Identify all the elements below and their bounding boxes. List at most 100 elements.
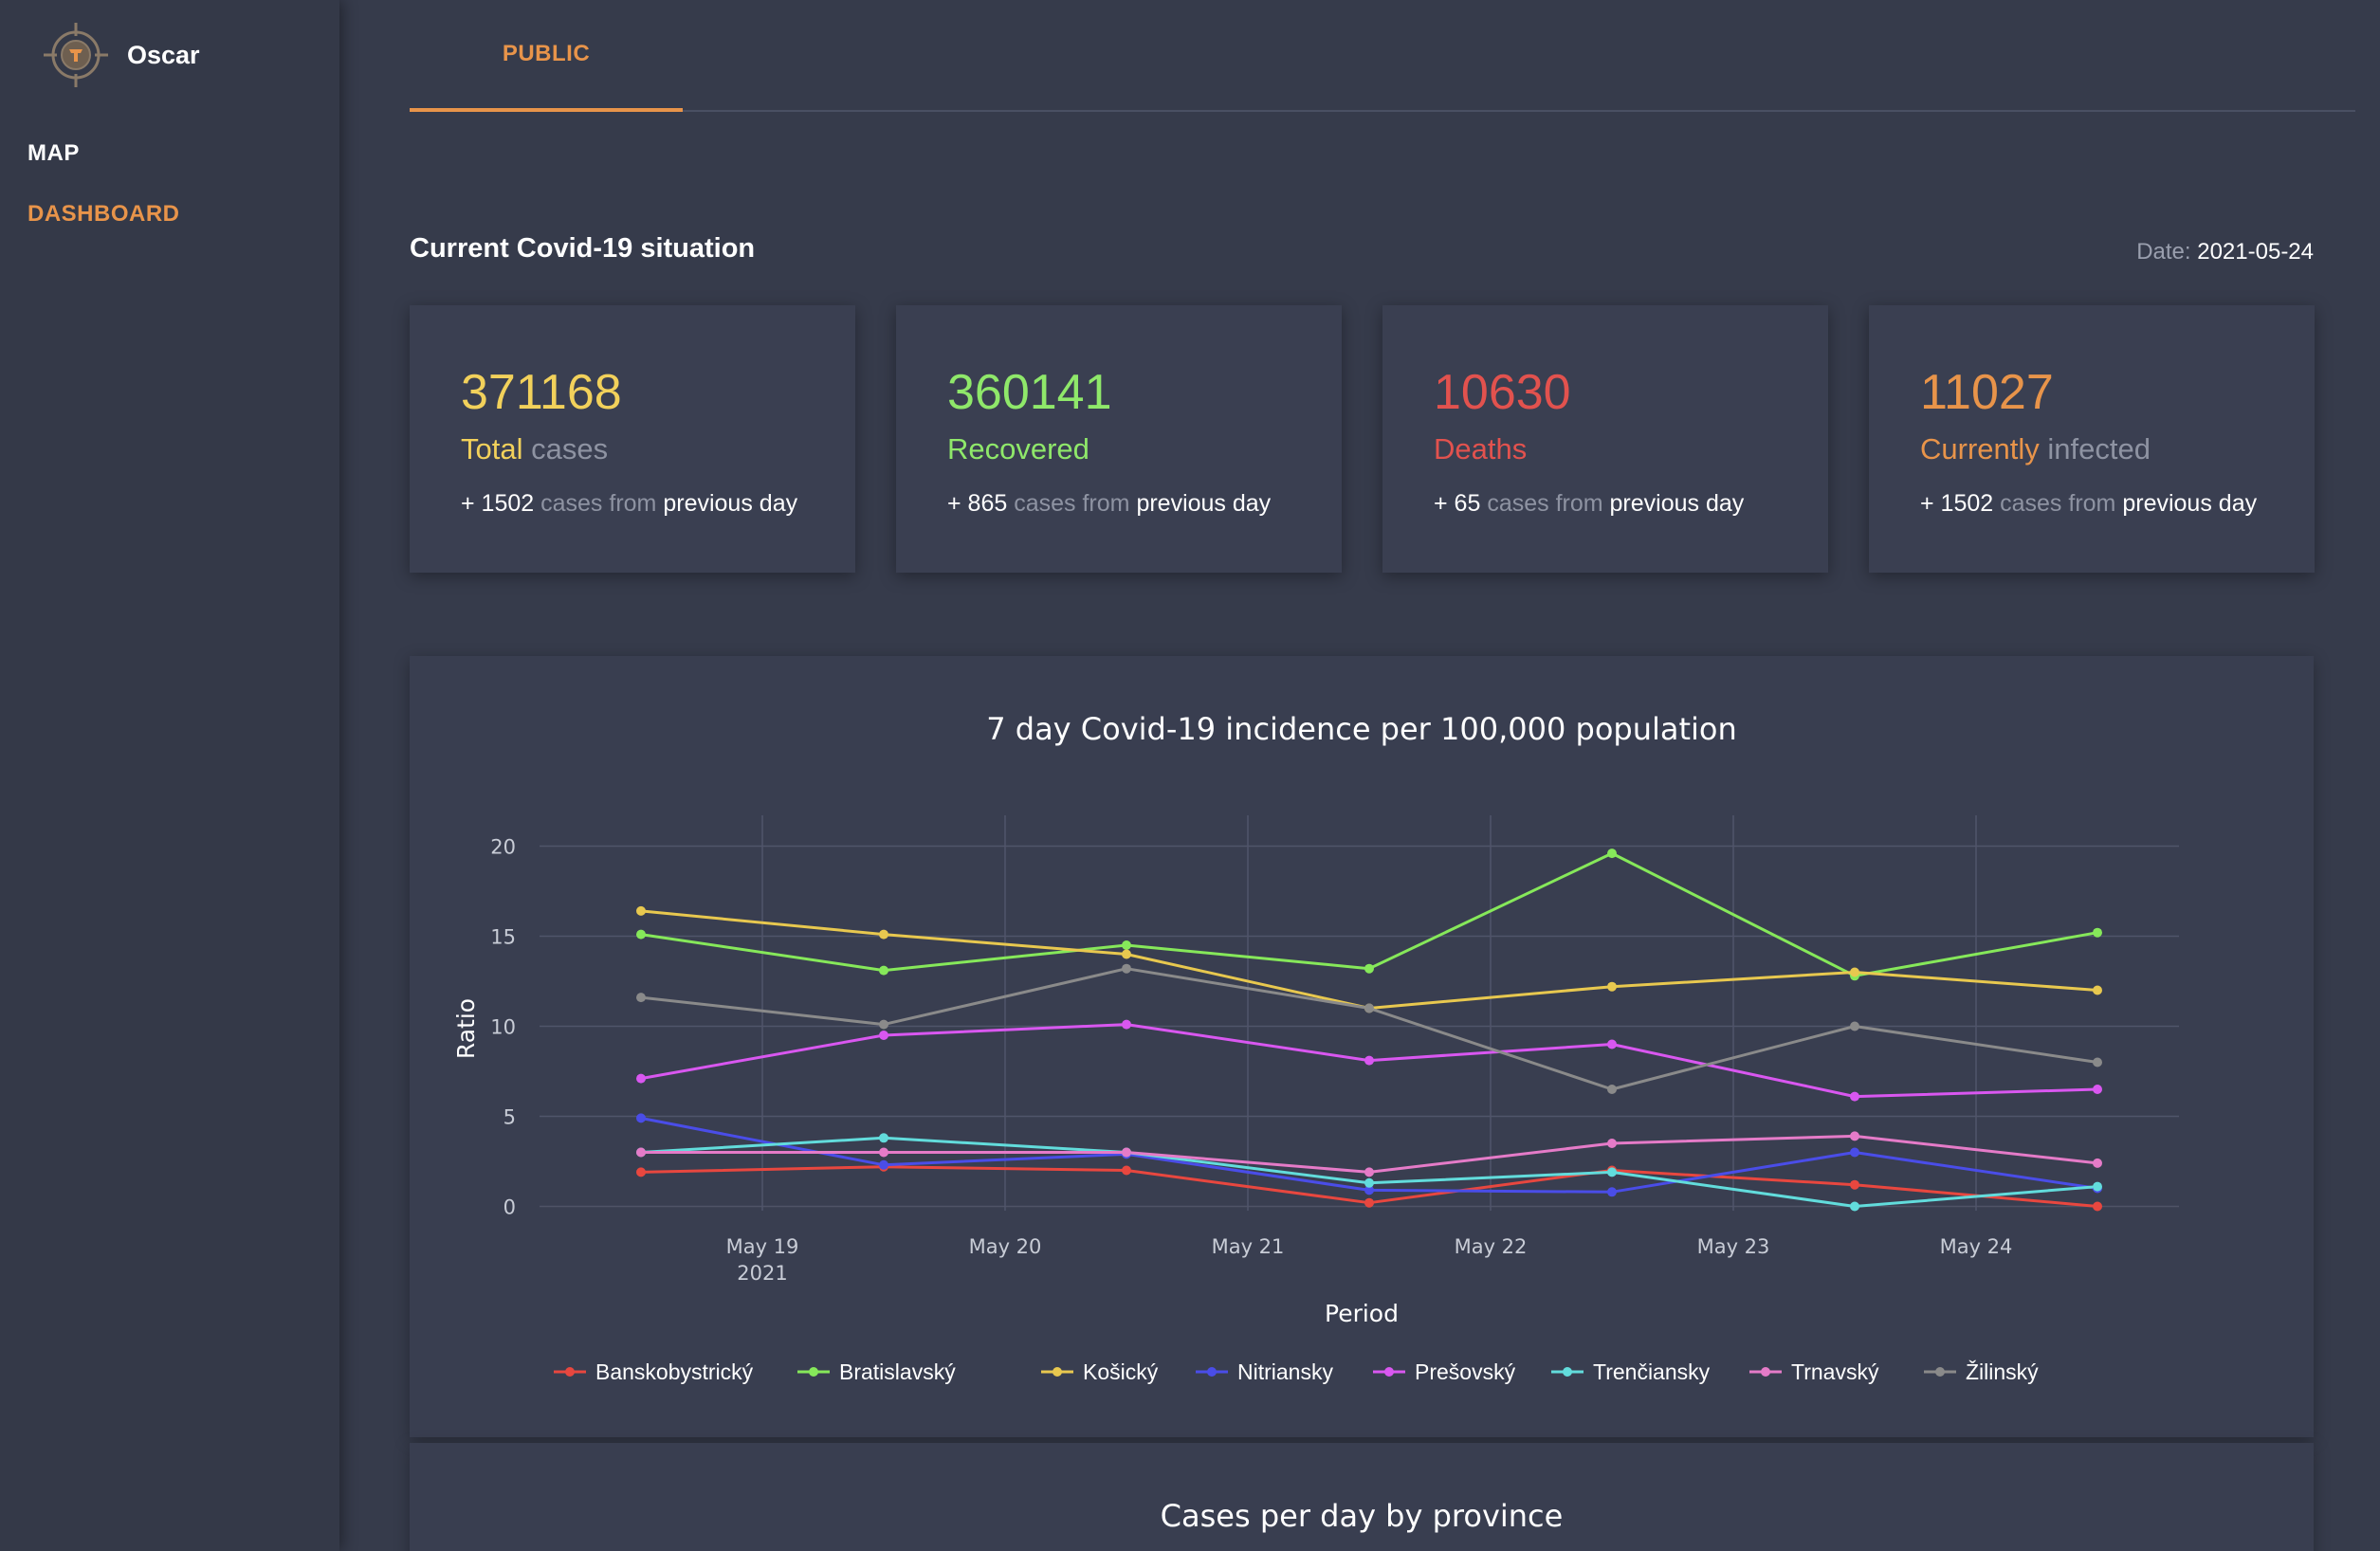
data-point-trnavský[interactable] xyxy=(1122,1147,1131,1158)
cases-per-day-chart: Cases per day by province xyxy=(1161,1498,1564,1534)
stat-delta-muted: cases from xyxy=(1487,490,1603,517)
y-tick-label: 20 xyxy=(490,836,516,859)
stat-value: 371168 xyxy=(461,365,622,420)
data-point-nitriansky[interactable] xyxy=(879,1159,888,1170)
brand[interactable]: Oscar xyxy=(40,19,200,91)
stat-label-main: Recovered xyxy=(947,432,1089,465)
series-line-žilinský[interactable] xyxy=(640,967,2098,1091)
data-point-bratislavský[interactable] xyxy=(879,965,888,976)
legend-item-bratislavský[interactable]: Bratislavský xyxy=(797,1359,956,1384)
data-point-banskobystrický[interactable] xyxy=(2093,1201,2102,1212)
data-point-prešovský[interactable] xyxy=(1607,1039,1617,1049)
legend-item-banskobystrický[interactable]: Banskobystrický xyxy=(554,1359,754,1384)
stat-delta-tail: previous day xyxy=(1609,490,1745,517)
data-point-trenčiansky[interactable] xyxy=(1607,1167,1617,1177)
data-point-bratislavský[interactable] xyxy=(1364,963,1374,974)
data-point-žilinský[interactable] xyxy=(1850,1021,1859,1031)
data-point-prešovský[interactable] xyxy=(2093,1085,2102,1094)
legend-swatch-marker xyxy=(1761,1367,1770,1377)
legend-swatch-marker xyxy=(1935,1367,1945,1377)
data-point-bratislavský[interactable] xyxy=(1122,940,1131,950)
data-point-trnavský[interactable] xyxy=(879,1147,888,1158)
nav-item-map[interactable]: MAP xyxy=(27,140,80,167)
data-point-košický[interactable] xyxy=(1607,981,1617,992)
data-point-banskobystrický[interactable] xyxy=(1850,1179,1859,1190)
stat-label-main: Deaths xyxy=(1434,432,1528,465)
data-point-žilinský[interactable] xyxy=(1364,1003,1374,1013)
data-point-košický[interactable] xyxy=(1122,949,1131,959)
data-point-trnavský[interactable] xyxy=(1364,1167,1374,1177)
x-tick-label: May 23 xyxy=(1697,1235,1770,1258)
data-point-banskobystrický[interactable] xyxy=(1364,1197,1374,1208)
legend-item-prešovský[interactable]: Prešovský xyxy=(1373,1359,1516,1384)
data-point-trnavský[interactable] xyxy=(1850,1131,1859,1141)
data-point-banskobystrický[interactable] xyxy=(636,1167,646,1177)
data-point-žilinský[interactable] xyxy=(636,993,646,1003)
nav-item-dashboard[interactable]: DASHBOARD xyxy=(27,201,180,228)
data-point-bratislavský[interactable] xyxy=(1607,848,1617,859)
tab-bar: PUBLIC xyxy=(410,0,2355,112)
stat-delta: + 1502 cases from previous day xyxy=(1920,490,2257,518)
stat-label-main: Currently xyxy=(1920,432,2040,465)
tab-public[interactable]: PUBLIC xyxy=(410,0,683,112)
data-point-prešovský[interactable] xyxy=(1850,1091,1859,1102)
legend-swatch-marker xyxy=(809,1367,818,1377)
stat-value: 360141 xyxy=(947,365,1112,420)
stat-label: Deaths xyxy=(1434,432,1527,466)
legend-label: Trnavský xyxy=(1791,1359,1879,1384)
data-point-bratislavský[interactable] xyxy=(2093,927,2102,938)
data-point-bratislavský[interactable] xyxy=(636,929,646,940)
data-point-prešovský[interactable] xyxy=(1364,1055,1374,1066)
stat-delta-muted: cases from xyxy=(540,490,657,517)
data-point-žilinský[interactable] xyxy=(2093,1057,2102,1067)
data-point-trenčiansky[interactable] xyxy=(1850,1201,1859,1212)
data-point-trnavský[interactable] xyxy=(636,1147,646,1158)
series-line-košický[interactable] xyxy=(640,909,2098,1010)
data-point-žilinský[interactable] xyxy=(879,1019,888,1030)
x-tick-label: May 21 xyxy=(1212,1235,1285,1258)
data-point-trnavský[interactable] xyxy=(2093,1158,2102,1168)
data-point-nitriansky[interactable] xyxy=(1607,1187,1617,1197)
stat-label-muted: cases xyxy=(531,432,609,465)
data-point-košický[interactable] xyxy=(1850,967,1859,977)
data-point-prešovský[interactable] xyxy=(636,1073,646,1084)
date-display: Date: 2021-05-24 xyxy=(2136,239,2314,265)
data-point-košický[interactable] xyxy=(2093,985,2102,995)
chart-title: 7 day Covid-19 incidence per 100,000 pop… xyxy=(986,711,1737,747)
stat-delta-tail: previous day xyxy=(663,490,798,517)
x-tick-label: May 19 xyxy=(726,1235,799,1258)
data-point-košický[interactable] xyxy=(636,905,646,916)
data-point-nitriansky[interactable] xyxy=(1850,1147,1859,1158)
incidence-chart-panel: 7 day Covid-19 incidence per 100,000 pop… xyxy=(410,656,2314,1437)
data-point-košický[interactable] xyxy=(879,929,888,940)
legend-label: Bratislavský xyxy=(839,1359,956,1384)
legend-label: Nitriansky xyxy=(1237,1359,1333,1384)
legend-item-košický[interactable]: Košický xyxy=(1041,1359,1159,1384)
data-point-trenčiansky[interactable] xyxy=(2093,1181,2102,1192)
data-point-prešovský[interactable] xyxy=(1122,1019,1131,1030)
stat-card-currently-infected: 11027 Currently infected + 1502 cases fr… xyxy=(1869,305,2315,573)
data-point-žilinský[interactable] xyxy=(1607,1085,1617,1094)
stat-delta: + 1502 cases from previous day xyxy=(461,490,797,518)
x-tick-label: May 22 xyxy=(1455,1235,1528,1258)
legend-item-žilinský[interactable]: Žilinský xyxy=(1924,1359,2039,1384)
data-point-žilinský[interactable] xyxy=(1122,963,1131,974)
stat-card-deaths: 10630 Deaths + 65 cases from previous da… xyxy=(1382,305,1828,573)
legend-item-trenčiansky[interactable]: Trenčiansky xyxy=(1551,1359,1711,1384)
data-point-banskobystrický[interactable] xyxy=(1122,1165,1131,1176)
stat-value: 11027 xyxy=(1920,365,2054,420)
legend-item-nitriansky[interactable]: Nitriansky xyxy=(1196,1359,1333,1384)
data-point-trenčiansky[interactable] xyxy=(1364,1177,1374,1188)
y-tick-label: 5 xyxy=(503,1106,516,1129)
y-axis-title: Ratio xyxy=(452,998,480,1059)
incidence-line-chart[interactable]: 7 day Covid-19 incidence per 100,000 pop… xyxy=(410,656,2314,1437)
series-line-bratislavský[interactable] xyxy=(640,851,2098,977)
data-point-prešovský[interactable] xyxy=(879,1031,888,1040)
stat-label-main: Total xyxy=(461,432,523,465)
legend-label: Trenčiansky xyxy=(1593,1359,1711,1384)
data-point-trnavský[interactable] xyxy=(1607,1139,1617,1148)
data-point-nitriansky[interactable] xyxy=(636,1113,646,1123)
data-point-trenčiansky[interactable] xyxy=(879,1133,888,1143)
legend-item-trnavský[interactable]: Trnavský xyxy=(1749,1359,1879,1384)
legend-swatch-marker xyxy=(1207,1367,1217,1377)
